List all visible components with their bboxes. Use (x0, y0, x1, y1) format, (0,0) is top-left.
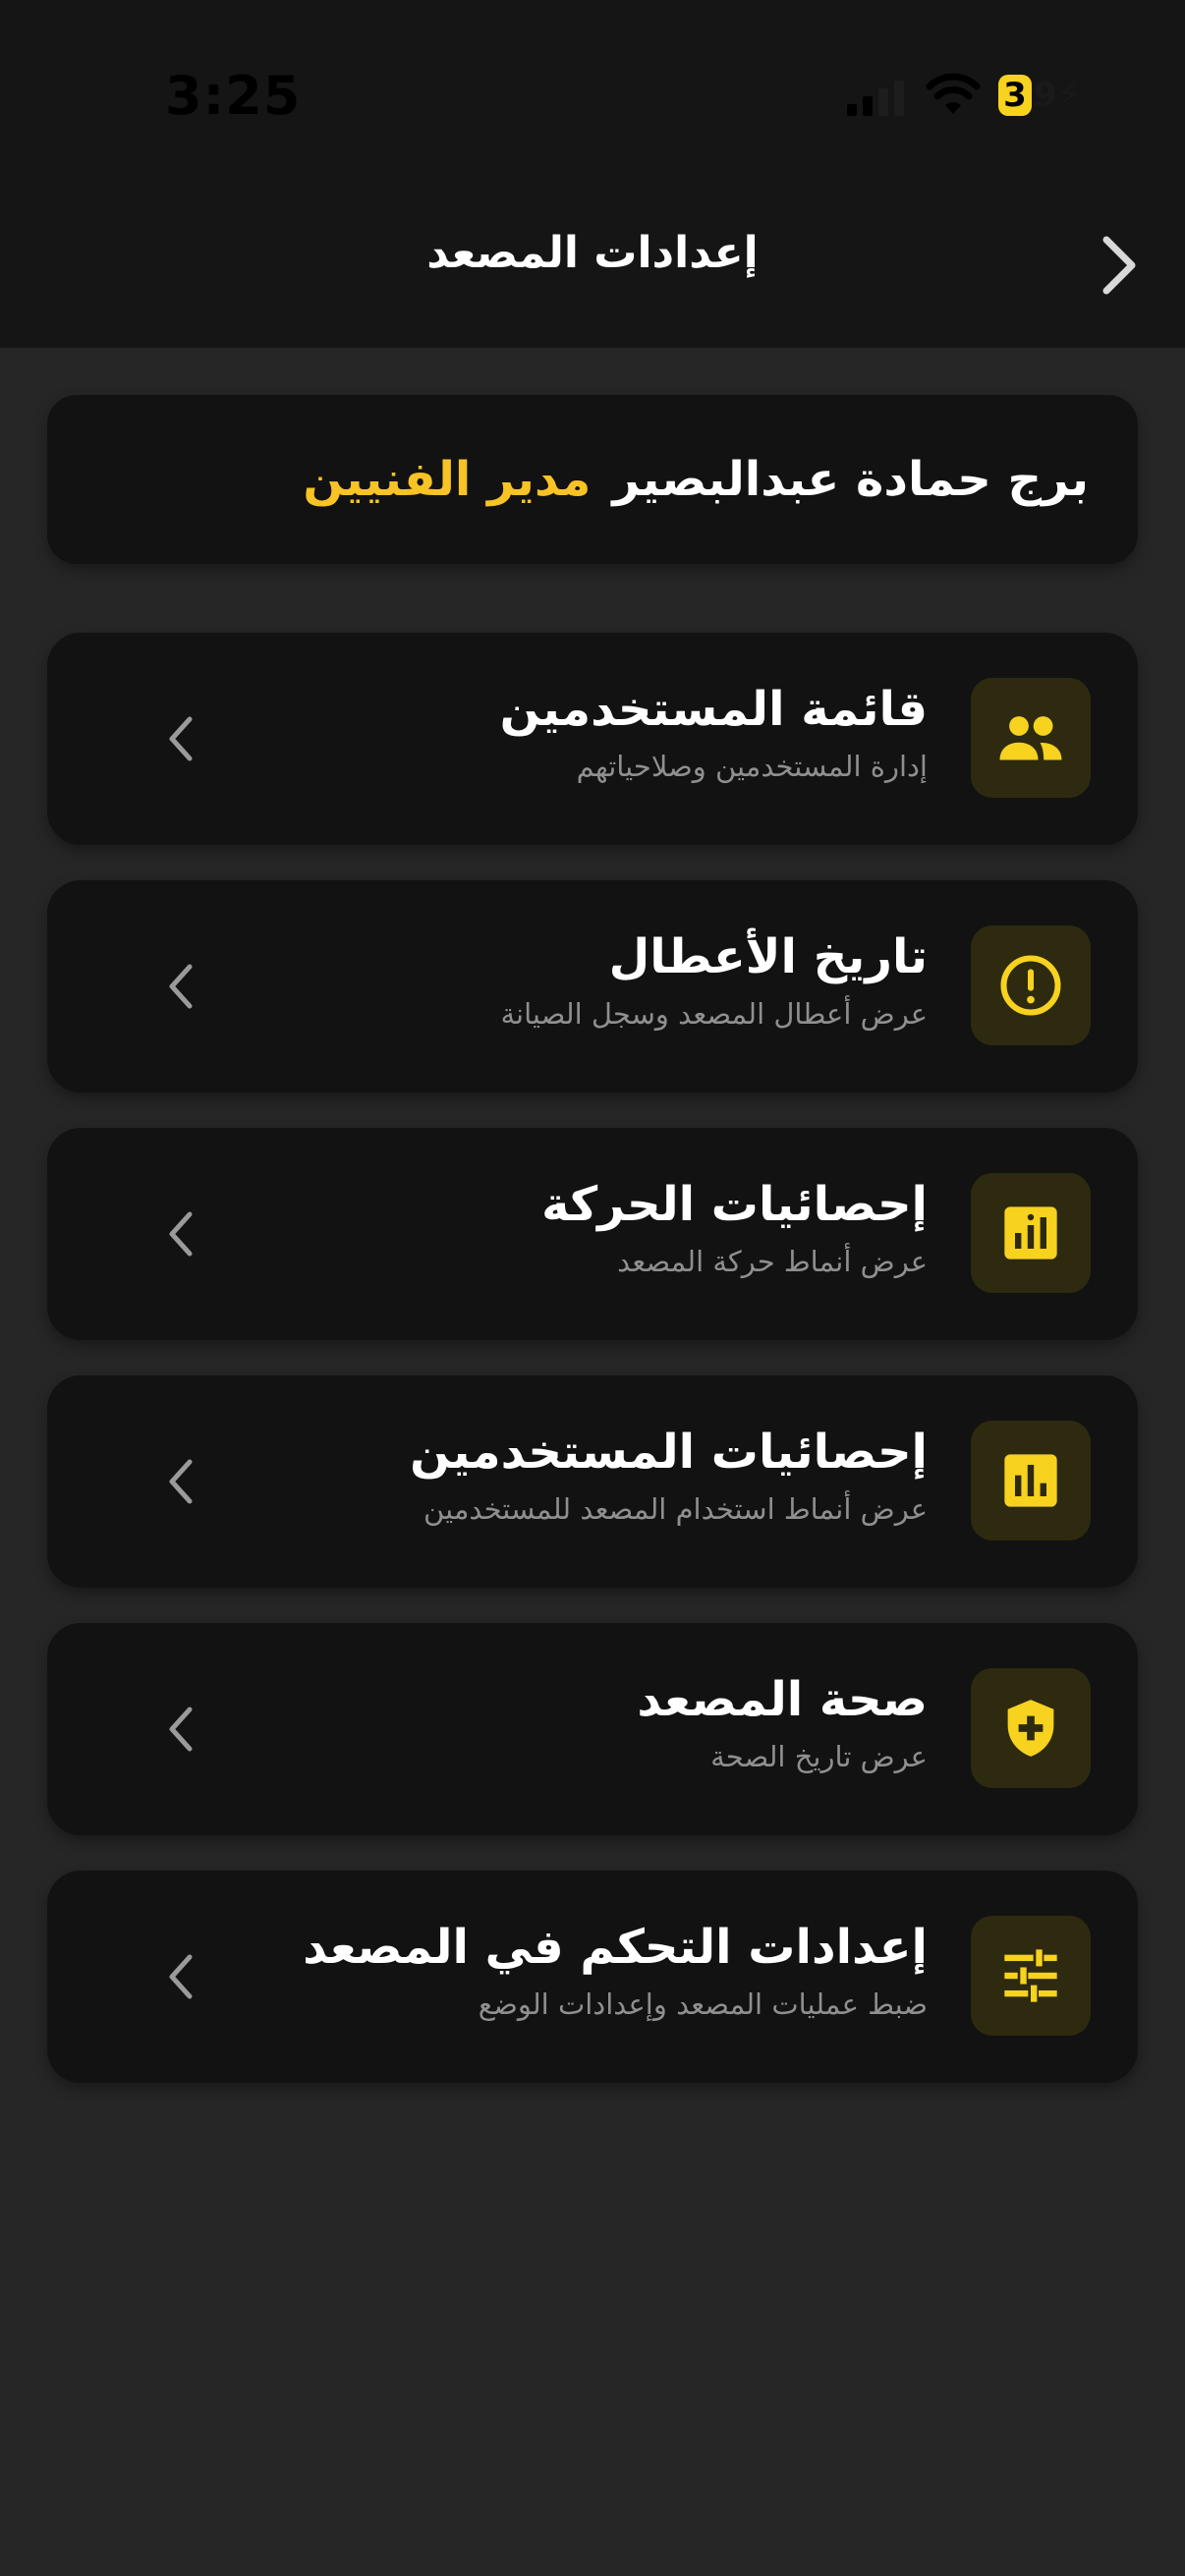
menu-item-title: قائمة المستخدمين (499, 682, 928, 737)
chevron-left-icon (161, 1452, 200, 1511)
alert-circle-icon (1000, 955, 1061, 1016)
menu-item-text: إعدادات التحكم في المصعد ضبط عمليات المص… (181, 1918, 928, 2022)
chevron-left-icon (161, 1700, 200, 1759)
chevron-left-icon (161, 957, 200, 1016)
menu-item-title: صحة المصعد (637, 1672, 928, 1727)
user-name: برج حمادة عبدالبصير (612, 452, 1089, 507)
menu-item-subtitle: عرض أنماط حركة المصعد (617, 1245, 928, 1278)
icon-tile (971, 678, 1091, 798)
menu-item-title: إحصائيات المستخدمين (410, 1425, 928, 1480)
battery-level: 3 (998, 75, 1032, 116)
menu-item-fault-history[interactable]: تاريخ الأعطال عرض أعطال المصعد وسجل الصي… (47, 880, 1138, 1092)
status-time: 3:25 (165, 65, 302, 127)
menu-item-subtitle: إدارة المستخدمين وصلاحياتهم (576, 750, 928, 783)
menu-item-subtitle: عرض تاريخ الصحة (710, 1740, 928, 1773)
chevron-left-icon (161, 1947, 200, 2006)
icon-tile (971, 925, 1091, 1045)
bar-chart-icon (1004, 1454, 1057, 1507)
menu-item-text: قائمة المستخدمين إدارة المستخدمين وصلاحي… (181, 680, 928, 784)
menu-item-title: تاريخ الأعطال (608, 929, 928, 984)
back-button[interactable] (1089, 228, 1152, 303)
user-info-card: برج حمادة عبدالبصير مدير الفنيين (47, 395, 1138, 564)
menu-item-subtitle: عرض أنماط استخدام المصعد للمستخدمين (423, 1492, 928, 1526)
wifi-icon (926, 73, 981, 114)
group-icon (999, 716, 1062, 760)
settings-menu: قائمة المستخدمين إدارة المستخدمين وصلاحي… (47, 633, 1138, 2118)
menu-item-text: إحصائيات الحركة عرض أنماط حركة المصعد (181, 1175, 928, 1279)
icon-tile (971, 1173, 1091, 1293)
battery-rest: 9⚡ (1034, 76, 1081, 115)
top-header: 3:25 3 9⚡ إعدادات المصعد (0, 0, 1185, 348)
chevron-right-icon (1102, 236, 1136, 295)
menu-item-control-settings[interactable]: إعدادات التحكم في المصعد ضبط عمليات المص… (47, 1871, 1138, 2083)
menu-item-text: صحة المصعد عرض تاريخ الصحة (181, 1670, 928, 1774)
chevron-left-icon (161, 1204, 200, 1263)
menu-item-text: تاريخ الأعطال عرض أعطال المصعد وسجل الصي… (181, 927, 928, 1032)
menu-item-subtitle: عرض أعطال المصعد وسجل الصيانة (500, 997, 928, 1031)
health-shield-icon (1007, 1700, 1054, 1757)
menu-item-title: إحصائيات الحركة (541, 1177, 928, 1232)
menu-item-elevator-health[interactable]: صحة المصعد عرض تاريخ الصحة (47, 1623, 1138, 1835)
cellular-signal-icon (847, 81, 904, 116)
menu-item-traffic-stats[interactable]: إحصائيات الحركة عرض أنماط حركة المصعد (47, 1128, 1138, 1340)
chevron-left-icon (161, 709, 200, 768)
user-role: مدير الفنيين (303, 452, 592, 507)
insights-icon (1004, 1206, 1057, 1260)
icon-tile (971, 1668, 1091, 1788)
menu-item-text: إحصائيات المستخدمين عرض أنماط استخدام ال… (181, 1423, 928, 1527)
tune-icon (1004, 1949, 1057, 2002)
status-bar: 3:25 3 9⚡ (0, 0, 1185, 187)
menu-item-user-stats[interactable]: إحصائيات المستخدمين عرض أنماط استخدام ال… (47, 1375, 1138, 1588)
icon-tile (971, 1421, 1091, 1540)
menu-item-users-list[interactable]: قائمة المستخدمين إدارة المستخدمين وصلاحي… (47, 633, 1138, 845)
menu-item-title: إعدادات التحكم في المصعد (303, 1920, 928, 1975)
menu-item-subtitle: ضبط عمليات المصعد وإعدادات الوضع (478, 1988, 928, 2021)
page-title: إعدادات المصعد (426, 228, 759, 278)
battery-indicator: 3 9⚡ (998, 73, 1081, 118)
icon-tile (971, 1916, 1091, 2036)
